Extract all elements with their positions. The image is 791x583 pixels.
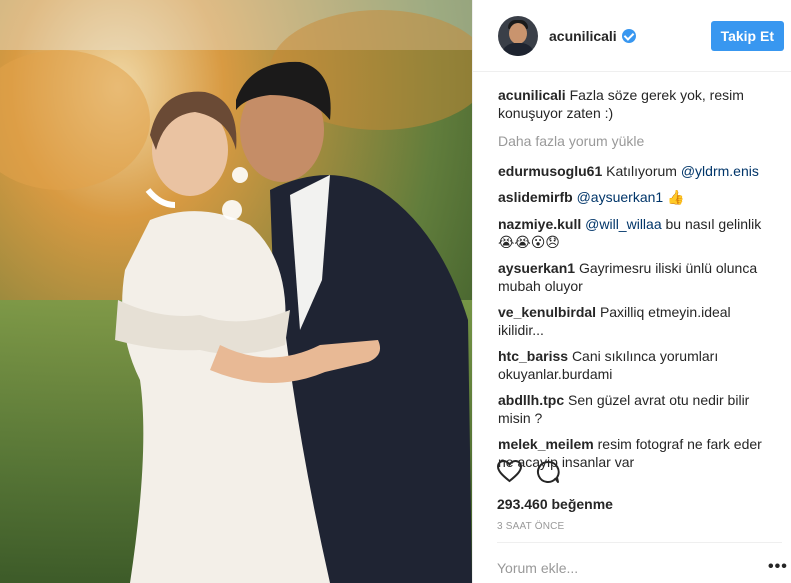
comment-username[interactable]: edurmusoglu61 [498,163,602,179]
comments-list: acunilicali Fazla söze gerek yok, resim … [473,72,791,471]
comment-item: ve_kenulbirdal Paxilliq etmeyin.ideal ik… [498,303,775,339]
comment-item: aysuerkan1 Gayrimesru iliski ünlü olunca… [498,259,775,295]
comment-username[interactable]: nazmiye.kull [498,216,581,232]
comment-username[interactable]: htc_bariss [498,348,568,364]
author-username[interactable]: acunilicali [549,28,636,44]
verified-badge-icon [621,28,636,43]
couple-photo-illustration [0,0,472,583]
comment-item: abdllh.tpc Sen güzel avrat otu nedir bil… [498,391,775,427]
comment-item: nazmiye.kull @will_willaa bu nasıl gelin… [498,215,775,251]
comment-username[interactable]: melek_meilem [498,436,594,452]
comment-username[interactable]: ve_kenulbirdal [498,304,596,320]
divider [497,542,782,543]
comment-text: Katılıyorum [606,163,681,179]
comment-username[interactable]: aslidemirfb [498,189,573,205]
comment-username[interactable]: abdllh.tpc [498,392,564,408]
add-comment-input[interactable] [497,560,727,576]
comment-item: edurmusoglu61 Katılıyorum @yldrm.enis [498,162,775,180]
author-avatar[interactable] [498,15,538,56]
author-username-link[interactable]: acunilicali [549,28,617,44]
caption: acunilicali Fazla söze gerek yok, resim … [498,86,775,122]
post-header: acunilicali Takip Et [473,0,791,72]
heart-icon[interactable] [497,460,522,484]
caption-username[interactable]: acunilicali [498,87,566,103]
load-more-comments[interactable]: Daha fazla yorum yükle [498,132,775,150]
like-count[interactable]: 293.460 beğenme [497,496,613,512]
comment-item: htc_bariss Cani sıkılınca yorumları okuy… [498,347,775,383]
follow-button[interactable]: Takip Et [710,20,784,51]
post-timestamp: 3 SAAT ÖNCE [497,521,565,532]
more-options-icon[interactable]: ••• [768,559,788,575]
comment-mention[interactable]: @yldrm.enis [681,163,759,179]
post-photo[interactable] [0,0,472,583]
post-actions [497,460,560,484]
comment-username[interactable]: aysuerkan1 [498,260,575,276]
comment-mention[interactable]: @will_willaa [585,216,661,232]
comment-item: aslidemirfb @aysuerkan1 👍 [498,188,775,207]
comment-mention[interactable]: @aysuerkan1 [577,189,664,205]
comment-emoji: 👍 [667,190,685,206]
comment-icon[interactable] [536,460,560,484]
